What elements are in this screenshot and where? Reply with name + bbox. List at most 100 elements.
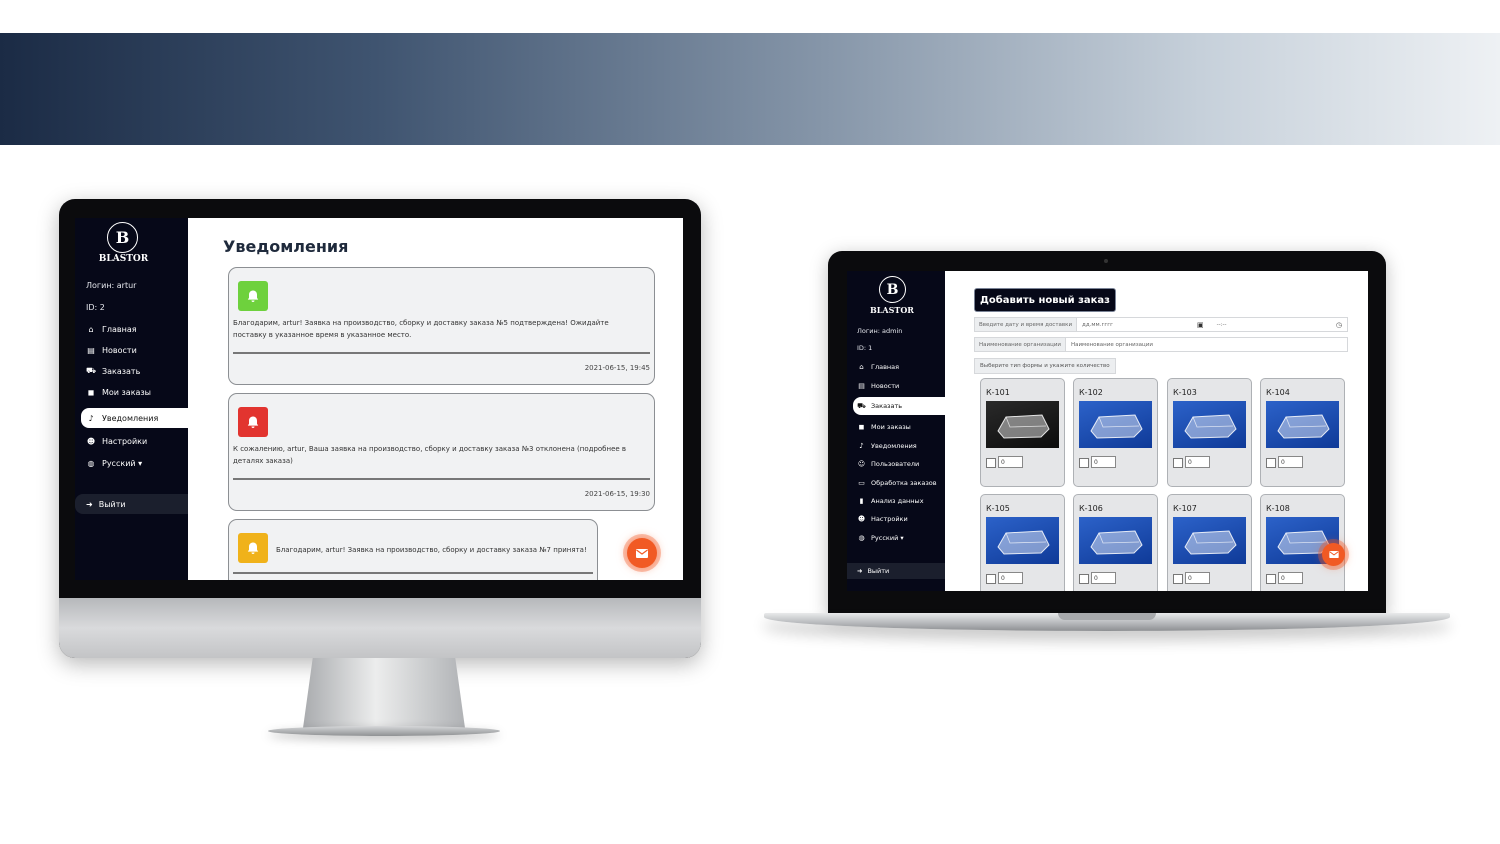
laptop: B BLASTOR Логин: admin ID: 1 ⌂ Главная ▤ Но… <box>828 251 1386 615</box>
newspaper-icon: ▤ <box>858 382 865 390</box>
time-input[interactable]: --:-- <box>1212 322 1336 328</box>
product-card[interactable]: К-101 0 <box>980 378 1065 487</box>
sidebar-item-label: Новости <box>102 345 137 355</box>
sidebar-item-label: Пользователи <box>871 460 920 468</box>
product-checkbox[interactable] <box>1173 458 1183 468</box>
user-login: Логин: admin <box>857 327 903 335</box>
product-image <box>1266 401 1339 448</box>
envelope-icon <box>636 548 648 558</box>
quantity-input[interactable]: 0 <box>1091 456 1116 468</box>
organization-label: Наименование организации <box>975 338 1066 351</box>
quantity-input[interactable]: 0 <box>1278 572 1303 584</box>
envelope-icon <box>1328 551 1339 558</box>
organization-input[interactable]: Наименование организации <box>1066 342 1158 348</box>
logout-button[interactable]: ➜ Выйти <box>75 494 188 514</box>
product-name: К-105 <box>986 504 1010 513</box>
sidebar-item-label: Заказать <box>871 402 903 410</box>
chart-icon: ▮ <box>859 497 864 505</box>
product-checkbox[interactable] <box>1266 458 1276 468</box>
delivery-datetime-field[interactable]: Введите дату и время доставки дд.мм.гггг… <box>974 317 1348 332</box>
product-image <box>986 517 1059 564</box>
logout-label: Выйти <box>867 567 890 575</box>
product-checkbox[interactable] <box>986 574 996 584</box>
sidebar-item[interactable]: ⌂ Главная <box>75 319 188 339</box>
notification-message: Благодарим, artur! Заявка на производств… <box>276 546 587 554</box>
sidebar-item-label: Уведомления <box>102 413 159 423</box>
inbox-icon: ▭ <box>858 479 865 487</box>
delivery-datetime-label: Введите дату и время доставки <box>975 318 1078 331</box>
sidebar-item[interactable]: ▮ Анализ данных <box>847 492 945 510</box>
sidebar-item[interactable]: ▭ Обработка заказов <box>847 474 945 492</box>
product-image <box>1079 517 1152 564</box>
desktop-screen: B BLASTOR Логин: artur ID: 2 ⌂ Главная ▤ Но… <box>75 218 683 580</box>
product-checkbox[interactable] <box>1079 458 1089 468</box>
sidebar-item-label: Настройки <box>102 436 148 446</box>
sidebar-item[interactable]: ▤ Новости <box>75 340 188 360</box>
quantity-input[interactable]: 0 <box>1185 572 1210 584</box>
sidebar-item[interactable]: ☺ Пользователи <box>847 455 945 473</box>
sidebar-item[interactable]: ⌂ Главная <box>847 358 945 376</box>
product-card[interactable]: К-107 0 <box>1167 494 1252 591</box>
user-id: ID: 1 <box>857 344 873 352</box>
product-checkbox[interactable] <box>1173 574 1183 584</box>
sidebar-item-label: Новости <box>871 382 900 390</box>
quantity-input[interactable]: 0 <box>1278 456 1303 468</box>
quantity-input[interactable]: 0 <box>1091 572 1116 584</box>
sidebar-item[interactable]: ▤ Новости <box>847 377 945 395</box>
brand-letter: B <box>115 228 130 247</box>
notification-date: 2021-06-15, 19:45 <box>584 364 650 372</box>
page-title: Уведомления <box>223 237 349 256</box>
calendar-icon[interactable]: ▣ <box>1197 321 1204 329</box>
product-checkbox[interactable] <box>986 458 996 468</box>
sidebar-item[interactable]: ♪ Уведомления <box>81 408 188 428</box>
laptop-notch <box>1058 613 1156 620</box>
product-name: К-101 <box>986 388 1010 397</box>
notification-card: Благодарим, artur! Заявка на производств… <box>228 267 655 385</box>
product-name: К-103 <box>1173 388 1197 397</box>
monitor-base <box>268 726 500 736</box>
product-name: К-108 <box>1266 504 1290 513</box>
product-card[interactable]: К-103 0 <box>1167 378 1252 487</box>
notification-date: 2021-06-15, 19:30 <box>584 490 650 498</box>
product-image <box>1079 401 1152 448</box>
bell-icon: ♪ <box>88 413 94 423</box>
brand-logo-icon: B <box>107 222 138 253</box>
bag-icon: ◼ <box>87 387 95 397</box>
form-type-hint: Выберите тип формы и укажите количество <box>974 358 1116 374</box>
product-checkbox[interactable] <box>1266 574 1276 584</box>
notification-message: К сожалению, artur, Ваша заявка на произ… <box>233 445 627 465</box>
logout-button[interactable]: ➜ Выйти <box>847 563 945 579</box>
product-card[interactable]: К-106 0 <box>1073 494 1158 591</box>
product-card[interactable]: К-105 0 <box>980 494 1065 591</box>
sidebar-item[interactable]: ⛟ Заказать <box>75 361 188 381</box>
message-button[interactable] <box>627 538 657 568</box>
sidebar-item[interactable]: ◍ Русский ▾ <box>75 453 188 473</box>
product-card[interactable]: К-104 0 <box>1260 378 1345 487</box>
laptop-screen: B BLASTOR Логин: admin ID: 1 ⌂ Главная ▤ Но… <box>847 271 1368 591</box>
message-button[interactable] <box>1322 543 1345 566</box>
newspaper-icon: ▤ <box>87 345 95 355</box>
product-checkbox[interactable] <box>1079 574 1089 584</box>
sidebar-item[interactable]: ☻ Настройки <box>847 510 945 528</box>
product-card[interactable]: К-102 0 <box>1073 378 1158 487</box>
sidebar-item-label: Анализ данных <box>871 497 924 505</box>
sidebar-item[interactable]: ♪ Уведомления <box>847 437 945 455</box>
quantity-input[interactable]: 0 <box>998 572 1023 584</box>
sidebar-item[interactable]: ☻ Настройки <box>75 431 188 451</box>
organization-field[interactable]: Наименование организации Наименование ор… <box>974 337 1348 352</box>
brand-logo-icon: B <box>879 276 906 303</box>
clock-icon[interactable]: ◷ <box>1336 321 1342 329</box>
bag-icon: ◼ <box>858 423 865 431</box>
product-image <box>1173 517 1246 564</box>
sidebar-item[interactable]: ◍ Русский ▾ <box>847 529 945 547</box>
sidebar-item[interactable]: ⛟ Заказать <box>853 397 945 415</box>
home-icon: ⌂ <box>859 363 864 371</box>
logout-icon: ➜ <box>857 567 863 575</box>
quantity-input[interactable]: 0 <box>998 456 1023 468</box>
date-input[interactable]: дд.мм.гггг <box>1077 322 1197 328</box>
sidebar-item[interactable]: ◼ Мои заказы <box>847 418 945 436</box>
quantity-input[interactable]: 0 <box>1185 456 1210 468</box>
brand-name: BLASTOR <box>98 254 149 264</box>
sidebar-item[interactable]: ◼ Мои заказы <box>75 382 188 402</box>
divider <box>233 352 650 354</box>
